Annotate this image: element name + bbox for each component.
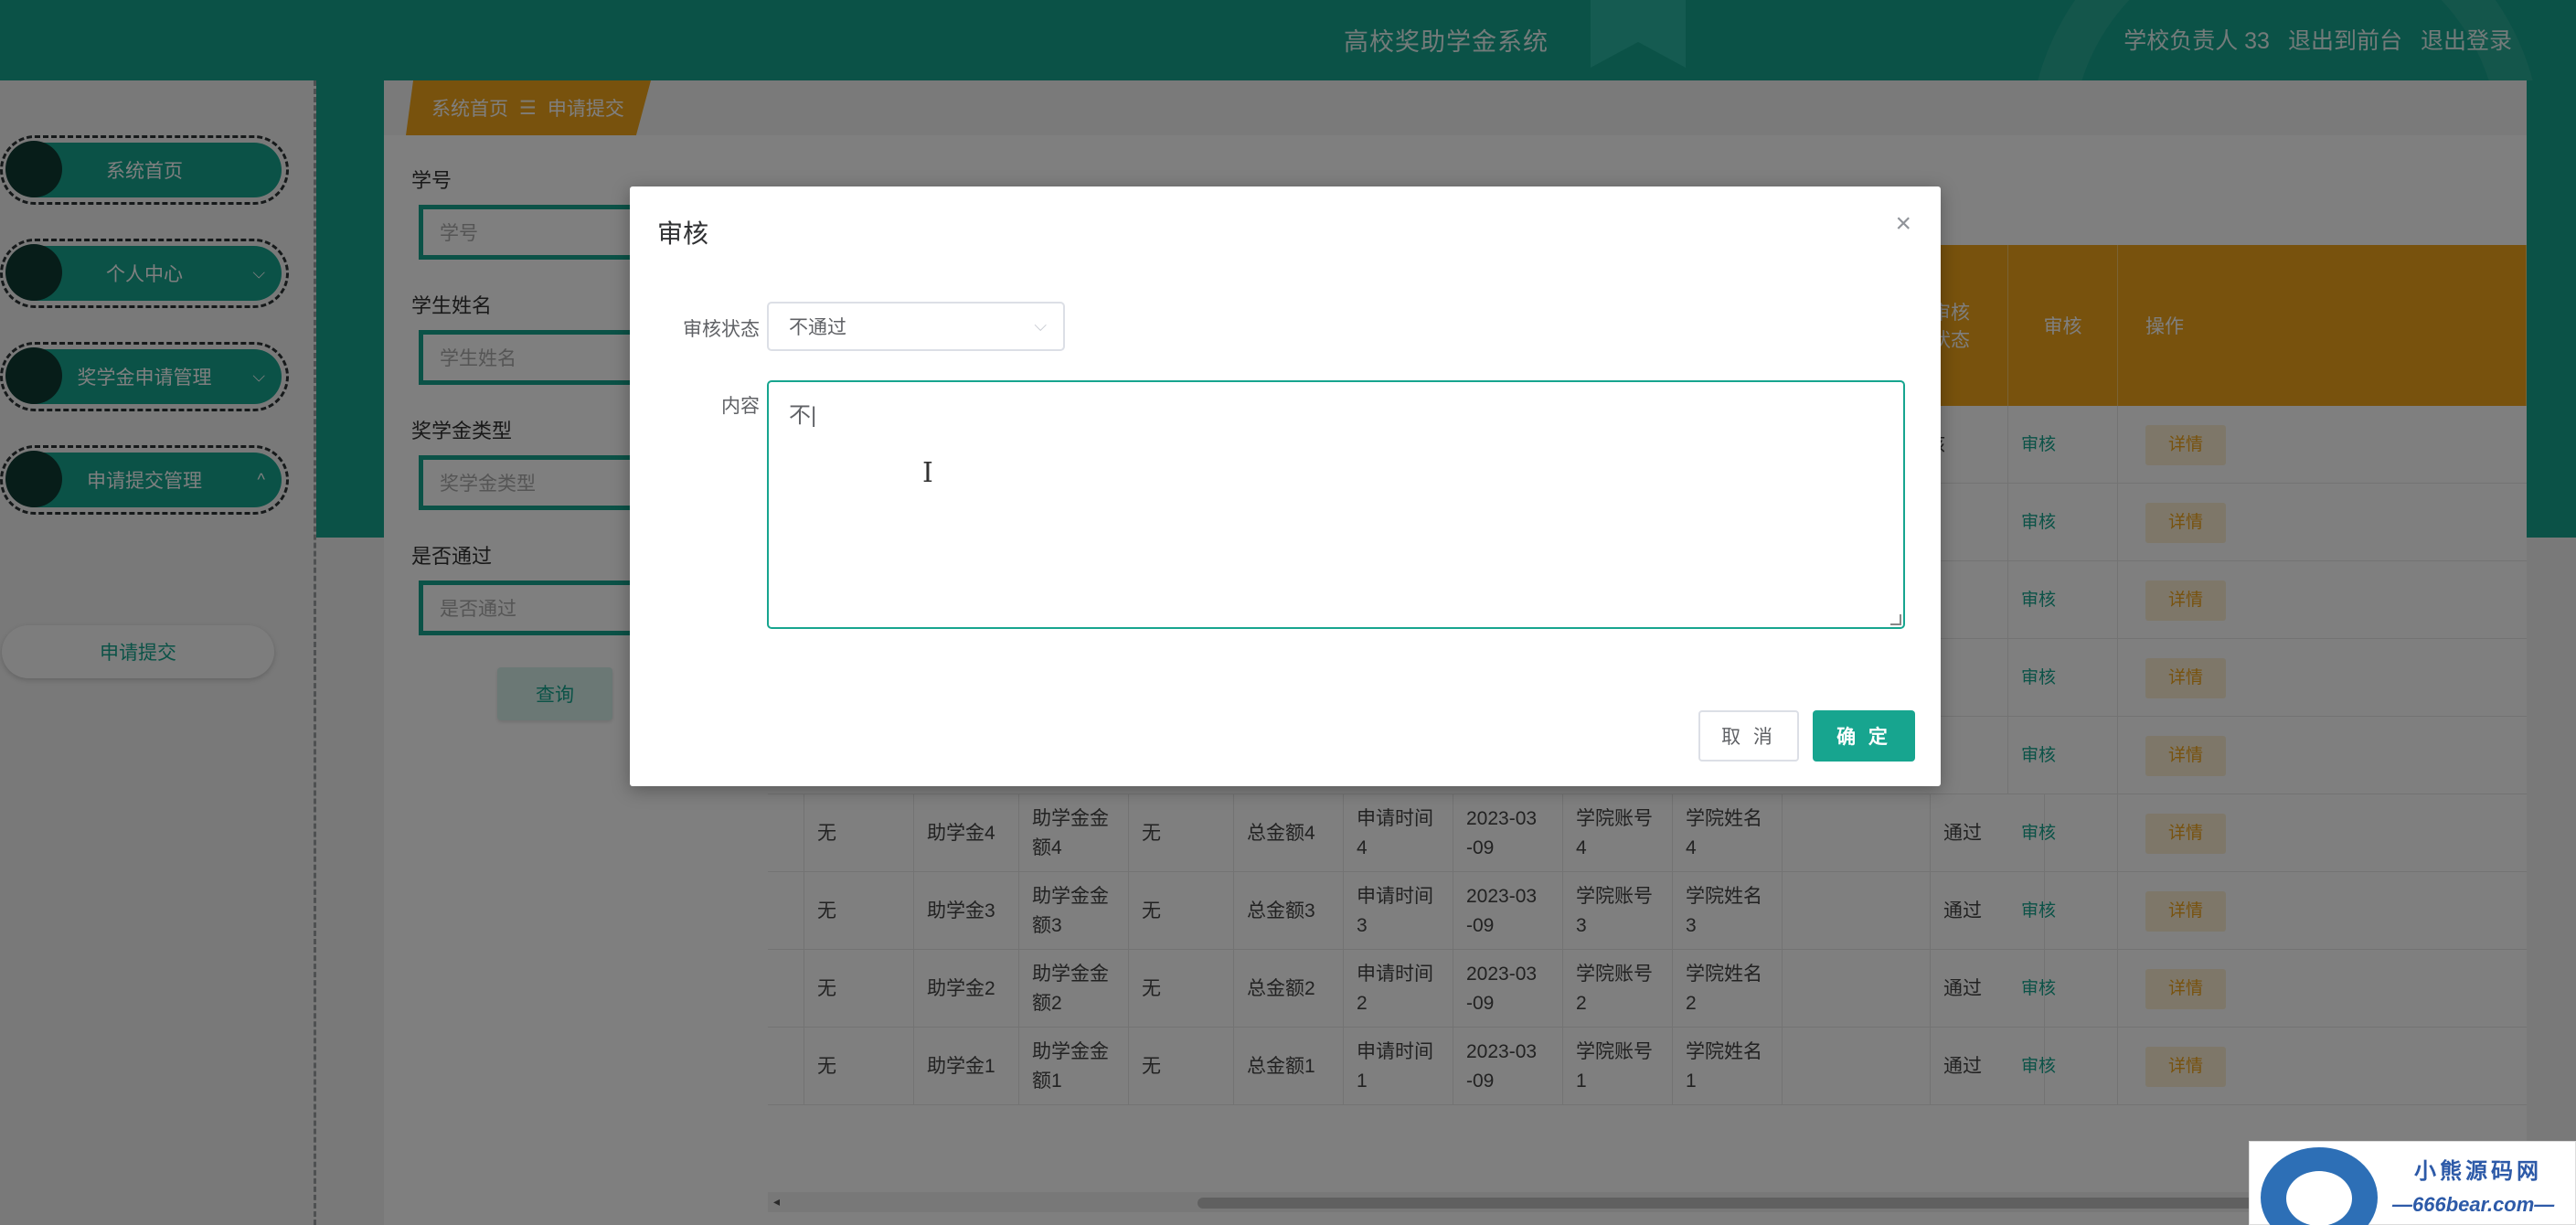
audit-status-select[interactable]: 不通过 ⌵ [767, 302, 1065, 351]
content-label: 内容 [721, 396, 760, 417]
watermark-title: 小熊源码网 [2414, 1159, 2542, 1184]
chevron-down-icon: ⌵ [1034, 316, 1047, 335]
text-cursor-icon: I [922, 457, 933, 489]
resize-handle-icon[interactable] [1890, 614, 1901, 625]
site-watermark: 小熊源码网 —666bear.com— [2249, 1141, 2576, 1225]
close-icon[interactable]: × [1895, 210, 1911, 238]
bear-logo-icon [2261, 1147, 2378, 1225]
confirm-button[interactable]: 确 定 [1813, 710, 1915, 762]
content-textarea[interactable]: 不| [767, 380, 1905, 629]
watermark-url: —666bear.com— [2392, 1193, 2555, 1216]
dialog-title: 审核 [657, 219, 709, 248]
content-text: 不| [789, 403, 817, 428]
cancel-button[interactable]: 取 消 [1698, 710, 1799, 762]
audit-dialog: 审核 × 审核状态 不通过 ⌵ 内容 不| I 取 消 确 定 [630, 186, 1941, 786]
audit-status-label: 审核状态 [683, 319, 760, 340]
audit-status-value: 不通过 [789, 317, 846, 338]
